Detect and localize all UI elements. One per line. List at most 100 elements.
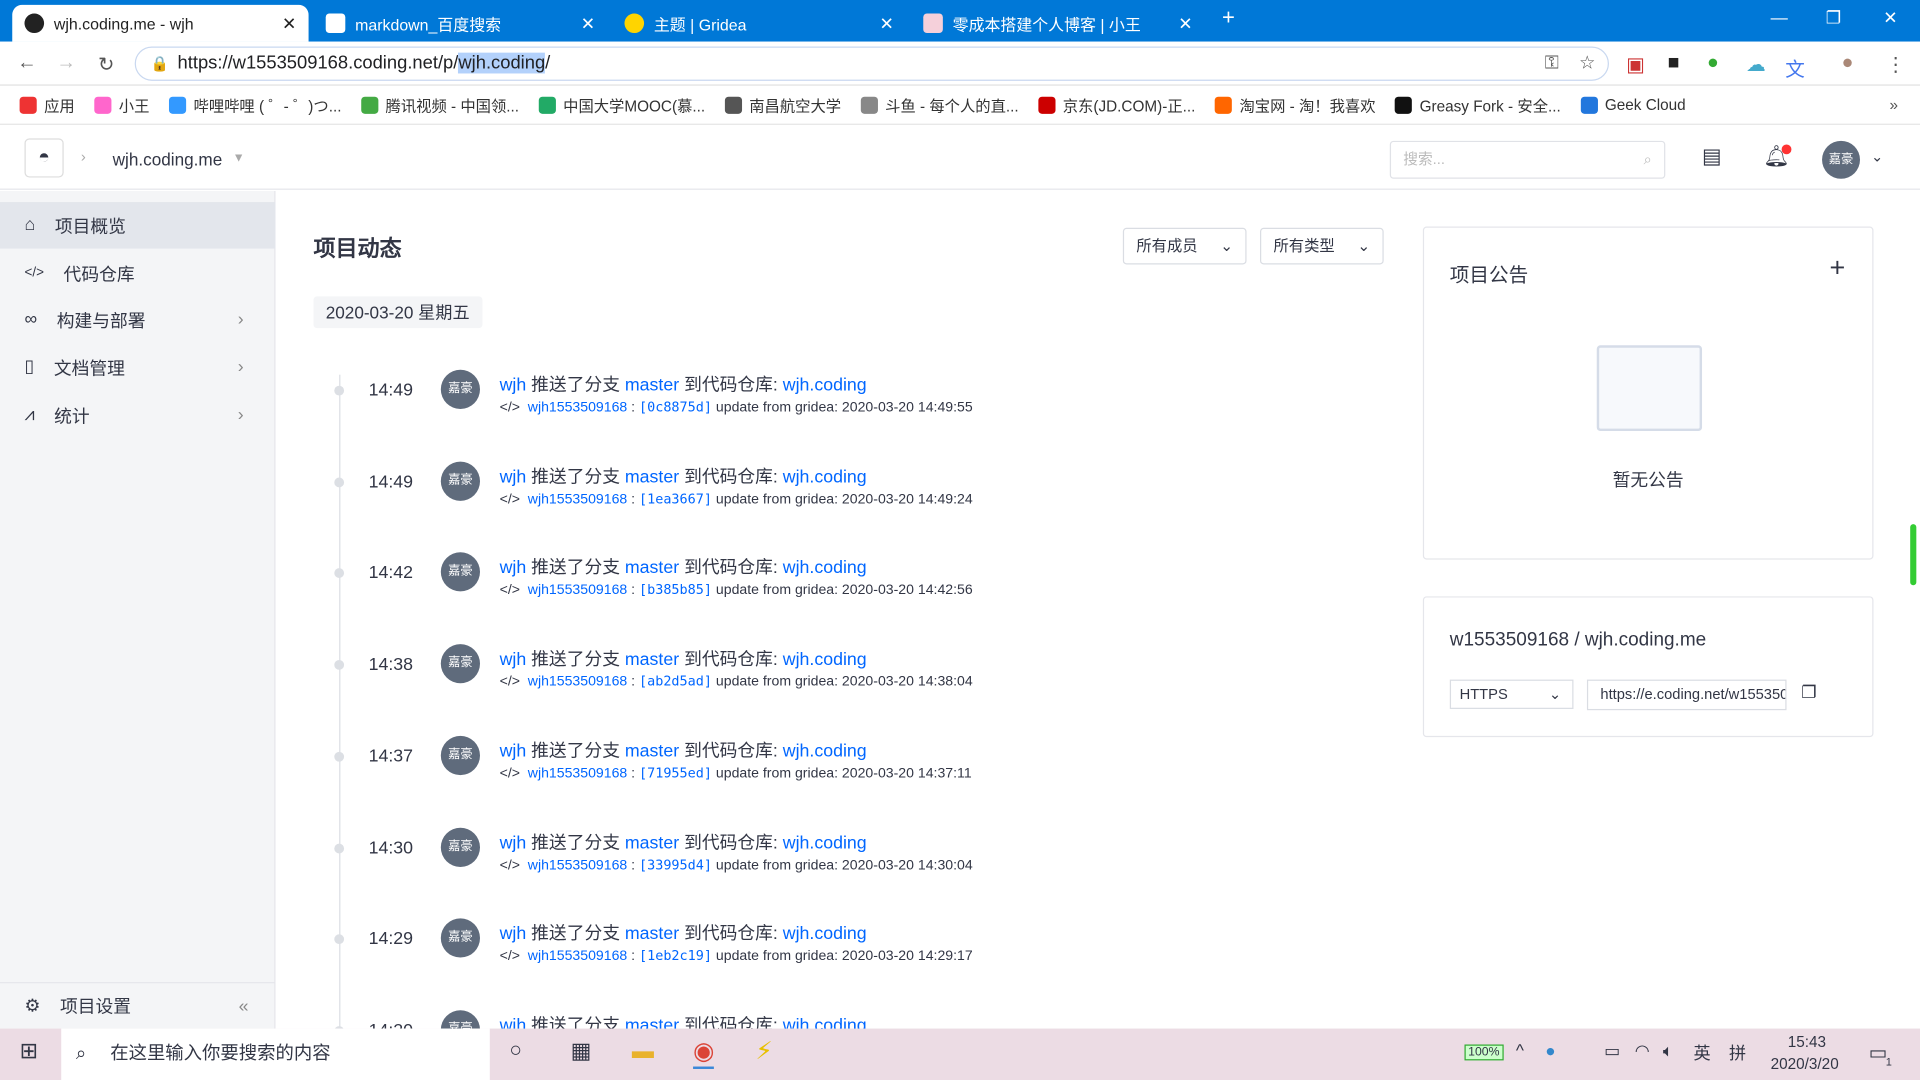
user-link[interactable]: wjh bbox=[500, 559, 527, 579]
repo-link[interactable]: wjh.coding bbox=[783, 925, 867, 945]
back-icon[interactable]: ← bbox=[17, 53, 37, 75]
minimize-button[interactable]: — bbox=[1771, 7, 1788, 27]
windows-start-icon[interactable]: ⊞ bbox=[20, 1038, 38, 1064]
close-tab-icon[interactable]: ✕ bbox=[1178, 13, 1192, 34]
repo-link[interactable]: wjh.coding bbox=[783, 376, 867, 396]
user-link[interactable]: wjh bbox=[500, 376, 527, 396]
volume-icon[interactable]: 🔈︎ bbox=[1663, 1041, 1673, 1062]
add-announcement-button[interactable]: + bbox=[1830, 252, 1846, 284]
member-filter-select[interactable]: 所有成员 ⌄ bbox=[1122, 227, 1247, 265]
sidebar-item-build[interactable]: ∞ 构建与部署 › bbox=[0, 296, 276, 343]
url-input[interactable]: 🔒 https://w1553509168.coding.net/p/wjh.co… bbox=[134, 46, 1609, 81]
user-avatar[interactable]: 嘉豪 bbox=[440, 827, 481, 867]
forward-icon[interactable]: → bbox=[56, 53, 76, 75]
bookmark-item[interactable]: 南昌航空大学 bbox=[724, 93, 841, 116]
protocol-select[interactable]: HTTPS ⌄ bbox=[1449, 679, 1574, 709]
commit-hash-link[interactable]: [33995d4] bbox=[639, 857, 712, 873]
close-tab-icon[interactable]: ✕ bbox=[282, 13, 296, 34]
clock-time[interactable]: 15:43 bbox=[1788, 1033, 1826, 1050]
ime-mode[interactable]: 拼 bbox=[1729, 1041, 1746, 1065]
copy-icon[interactable]: ❐ bbox=[1801, 682, 1816, 703]
project-switcher[interactable]: wjh.coding.me bbox=[113, 149, 223, 169]
user-link[interactable]: wjh bbox=[500, 742, 527, 762]
committer-link[interactable]: wjh1553509168 bbox=[528, 949, 627, 964]
collapse-sidebar-icon[interactable]: « bbox=[239, 996, 249, 1016]
pdf-extension-icon[interactable]: ▣ bbox=[1626, 53, 1645, 77]
repo-link[interactable]: wjh.coding bbox=[783, 559, 867, 579]
tab-gridea[interactable]: 主题 | Gridea ✕ bbox=[612, 5, 906, 42]
branch-link[interactable]: master bbox=[625, 376, 679, 396]
commit-hash-link[interactable]: [0c8875d] bbox=[639, 399, 712, 415]
repo-link[interactable]: wjh.coding bbox=[783, 833, 867, 853]
commit-hash-link[interactable]: [71955ed] bbox=[639, 765, 712, 781]
commit-hash-link[interactable]: [1ea3667] bbox=[639, 491, 712, 507]
more-bookmarks-icon[interactable]: » bbox=[1889, 96, 1898, 113]
repo-link[interactable]: wjh.coding bbox=[783, 742, 867, 762]
coding-logo-icon[interactable]: ◓ bbox=[24, 138, 64, 178]
user-avatar[interactable]: 嘉豪 bbox=[440, 552, 481, 592]
gridea-icon[interactable]: ⚡ bbox=[756, 1036, 773, 1067]
restore-button[interactable]: ❐ bbox=[1826, 7, 1841, 28]
commit-hash-link[interactable]: [b385b85] bbox=[639, 582, 712, 598]
branch-link[interactable]: master bbox=[625, 559, 679, 579]
user-avatar[interactable]: 嘉豪 bbox=[1822, 140, 1861, 179]
repo-link[interactable]: wjh.coding bbox=[783, 467, 867, 487]
branch-link[interactable]: master bbox=[625, 925, 679, 945]
battery-icon[interactable]: ▭ bbox=[1604, 1041, 1620, 1062]
bookmark-item[interactable]: 淘宝网 - 淘！我喜欢 bbox=[1214, 93, 1376, 116]
search-input[interactable]: 搜索... ⌕ bbox=[1389, 140, 1666, 179]
bookmark-item[interactable]: 斗鱼 - 每个人的直... bbox=[860, 93, 1019, 116]
battery-indicator[interactable]: 100% bbox=[1464, 1044, 1504, 1061]
user-avatar[interactable]: 嘉豪 bbox=[440, 918, 481, 958]
bookmark-item[interactable]: Greasy Fork - 安全... bbox=[1395, 93, 1561, 116]
branch-link[interactable]: master bbox=[625, 833, 679, 853]
notification-center-icon[interactable]: ▭ bbox=[1869, 1041, 1888, 1065]
committer-link[interactable]: wjh1553509168 bbox=[528, 675, 627, 690]
user-avatar[interactable]: 嘉豪 bbox=[440, 644, 481, 684]
branch-link[interactable]: master bbox=[625, 467, 679, 487]
cloud-extension-icon[interactable]: ☁ bbox=[1746, 53, 1766, 77]
sidebar-item-repo[interactable]: </> 代码仓库 bbox=[0, 250, 276, 297]
clock-date[interactable]: 2020/3/20 bbox=[1771, 1056, 1839, 1073]
menu-icon[interactable]: ⋮ bbox=[1886, 53, 1906, 77]
type-filter-select[interactable]: 所有类型 ⌄ bbox=[1260, 227, 1384, 265]
extension-icon[interactable]: ● bbox=[1707, 53, 1719, 75]
close-window-button[interactable]: ✕ bbox=[1883, 7, 1897, 28]
chevron-down-icon[interactable]: ⌄ bbox=[1871, 148, 1883, 165]
user-avatar[interactable]: 嘉豪 bbox=[440, 461, 481, 501]
clone-url-input[interactable]: https://e.coding.net/w1553509168/wjh.cod… bbox=[1586, 679, 1787, 711]
show-hidden-icons[interactable]: ^ bbox=[1516, 1041, 1524, 1061]
bookmark-item[interactable]: 小王 bbox=[94, 93, 149, 116]
bookmark-item[interactable]: 应用 bbox=[19, 93, 75, 116]
tray-app-icon[interactable]: ● bbox=[1545, 1041, 1555, 1061]
tab-wjh-coding[interactable]: wjh.coding.me - wjh ✕ bbox=[12, 4, 309, 42]
committer-link[interactable]: wjh1553509168 bbox=[528, 766, 627, 781]
wifi-icon[interactable]: ◠ bbox=[1635, 1041, 1650, 1062]
taskbar-search-input[interactable]: ⌕ 在这里输入你要搜索的内容 bbox=[61, 1028, 490, 1080]
calendar-icon[interactable]: ▤ bbox=[1702, 144, 1722, 168]
file-explorer-icon[interactable]: ▬ bbox=[632, 1038, 654, 1064]
branch-link[interactable]: master bbox=[625, 650, 679, 670]
bookmark-item[interactable]: 京东(JD.COM)-正... bbox=[1038, 93, 1195, 116]
chrome-icon[interactable]: ◉ bbox=[693, 1036, 715, 1069]
user-link[interactable]: wjh bbox=[500, 650, 527, 670]
tab-blog[interactable]: 零成本搭建个人博客 | 小王 ✕ bbox=[911, 5, 1205, 42]
close-tab-icon[interactable]: ✕ bbox=[581, 13, 595, 34]
sidebar-item-docs[interactable]: ▯ 文档管理 › bbox=[0, 344, 276, 391]
close-tab-icon[interactable]: ✕ bbox=[880, 13, 894, 34]
profile-avatar-icon[interactable]: ● bbox=[1842, 53, 1854, 75]
new-tab-button[interactable]: + bbox=[1222, 5, 1235, 31]
commit-hash-link[interactable]: [ab2d5ad] bbox=[639, 674, 712, 690]
ime-language[interactable]: 英 bbox=[1693, 1041, 1710, 1065]
reload-icon[interactable]: ↻ bbox=[98, 53, 114, 77]
bookmark-item[interactable]: Geek Cloud bbox=[1580, 96, 1686, 114]
tab-baidu[interactable]: markdown_百度搜索 ✕ bbox=[313, 5, 607, 42]
user-link[interactable]: wjh bbox=[500, 925, 527, 945]
user-avatar[interactable]: 嘉豪 bbox=[440, 369, 481, 409]
branch-link[interactable]: master bbox=[625, 742, 679, 762]
key-icon[interactable]: ⚿ bbox=[1545, 48, 1559, 80]
translate-extension-icon[interactable]: 文 bbox=[1785, 53, 1805, 82]
sidebar-item-overview[interactable]: ⌂ 项目概览 bbox=[0, 202, 276, 249]
extension-icon[interactable]: ■ bbox=[1668, 53, 1680, 75]
caret-down-icon[interactable]: ▼ bbox=[233, 152, 245, 165]
